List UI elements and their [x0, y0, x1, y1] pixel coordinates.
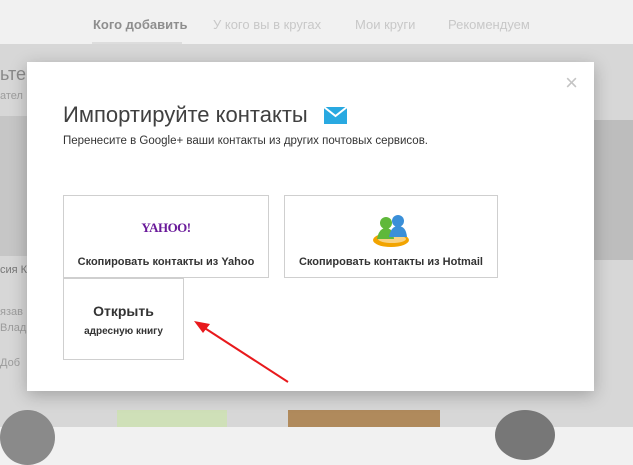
- background-person-name: сия К: [0, 264, 28, 276]
- hotmail-import-button[interactable]: Скопировать контакты из Hotmail: [284, 195, 498, 278]
- tab-my-circles[interactable]: Мои круги: [355, 17, 415, 32]
- background-subtext: ател: [0, 90, 23, 102]
- background-photo-right: [594, 120, 633, 260]
- close-icon[interactable]: ×: [565, 72, 578, 94]
- background-line2: Влад: [0, 322, 27, 334]
- tab-bar: Кого добавить У кого вы в кругах Мои кру…: [0, 0, 633, 44]
- background-avatar-4: [495, 410, 555, 460]
- open-address-book-title: Открыть: [93, 303, 154, 319]
- background-heading: ьте: [0, 64, 27, 84]
- tab-who-to-add[interactable]: Кого добавить: [93, 17, 187, 32]
- tab-have-you-in-circles[interactable]: У кого вы в кругах: [213, 17, 321, 32]
- background-photo: [0, 116, 27, 256]
- open-address-book-subtitle: адресную книгу: [84, 326, 163, 337]
- yahoo-import-button[interactable]: YAHOO! Скопировать контакты из Yahoo: [63, 195, 269, 278]
- dialog-title: Импортируйте контакты: [63, 102, 308, 127]
- tab-recommended[interactable]: Рекомендуем: [448, 17, 530, 32]
- open-address-book-button[interactable]: Открыть адресную книгу: [63, 278, 184, 360]
- background-line1: язав: [0, 306, 23, 318]
- yahoo-logo: YAHOO!: [141, 220, 191, 235]
- mail-icon: [324, 107, 347, 124]
- background-avatar-3: [288, 410, 440, 427]
- yahoo-import-label: Скопировать контакты из Yahoo: [77, 256, 255, 268]
- background-add-button: Доб: [0, 357, 20, 369]
- import-contacts-dialog: × Импортируйте контакты Перенесите в Goo…: [27, 62, 594, 391]
- msn-messenger-icon: [373, 215, 409, 247]
- background-avatar-1: [0, 410, 55, 465]
- hotmail-import-label: Скопировать контакты из Hotmail: [298, 256, 483, 268]
- background-avatar-2: [117, 410, 227, 427]
- dialog-subtitle: Перенесите в Google+ ваши контакты из др…: [63, 135, 429, 147]
